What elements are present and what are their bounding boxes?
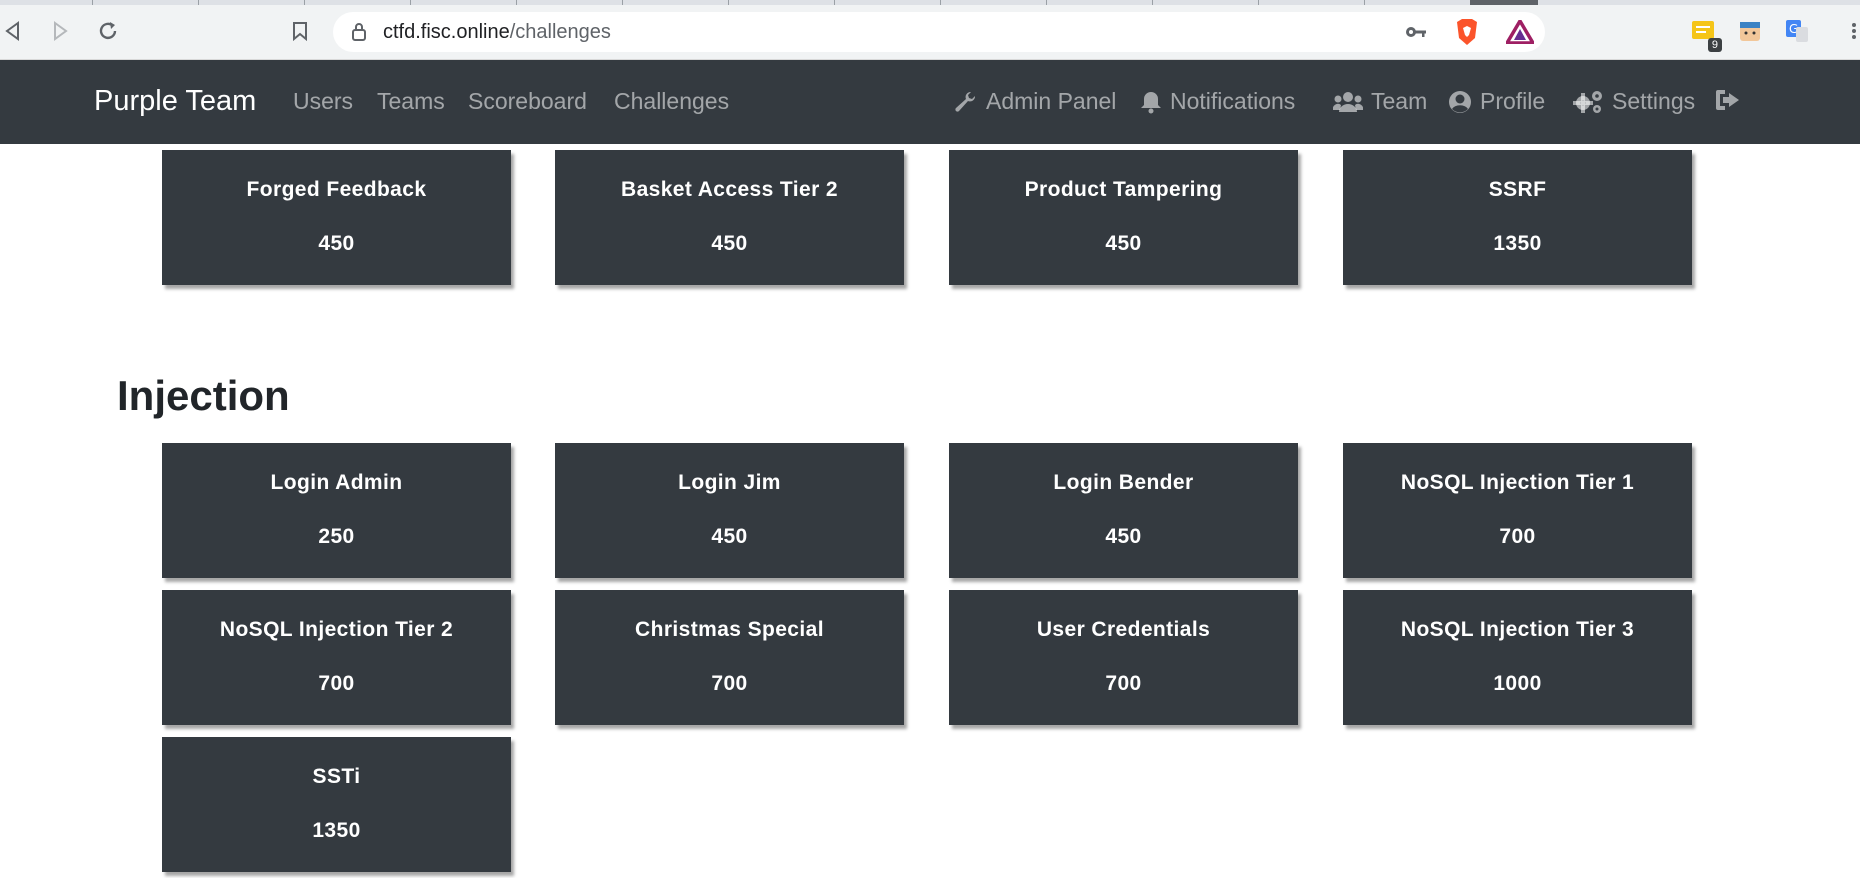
translate-icon[interactable]: G [1784, 18, 1810, 44]
nav-profile-label: Profile [1480, 88, 1546, 114]
wrench-icon [955, 91, 976, 112]
challenge-name: Product Tampering [1024, 178, 1223, 201]
category-title: Injection [117, 372, 290, 419]
challenge-card[interactable]: Christmas Special 700 [555, 590, 904, 725]
challenge-value: 250 [318, 525, 355, 548]
nav-notifications[interactable]: Notifications [1140, 88, 1295, 115]
url-path: /challenges [509, 21, 611, 43]
url-host: ctfd.fisc.online [383, 21, 510, 43]
challenge-card[interactable]: Login Jim 450 [555, 443, 904, 578]
challenge-card[interactable]: NoSQL Injection Tier 1 700 [1343, 443, 1692, 578]
face-extension-icon[interactable] [1737, 18, 1763, 44]
bell-icon [1141, 91, 1161, 113]
nav-profile[interactable]: Profile [1448, 88, 1545, 115]
bookmark-icon[interactable] [287, 18, 313, 44]
challenge-name: Login Bender [1053, 471, 1194, 494]
logout-icon[interactable] [1715, 88, 1741, 112]
key-icon[interactable] [1405, 23, 1427, 46]
browser-toolbar: ctfd.fisc.online/challenges 9 G [0, 0, 1860, 60]
brand-link[interactable]: Purple Team [94, 85, 256, 118]
challenge-card[interactable]: Product Tampering 450 [949, 150, 1298, 285]
site-navbar: Purple Team Users Teams Scoreboard Chall… [0, 60, 1860, 144]
challenge-name: Forged Feedback [246, 178, 427, 201]
challenge-value: 1350 [1493, 232, 1542, 255]
challenge-name: NoSQL Injection Tier 1 [1400, 471, 1635, 494]
challenge-value: 450 [1105, 525, 1142, 548]
challenge-value: 700 [318, 672, 355, 695]
url-text[interactable]: ctfd.fisc.online/challenges [383, 21, 611, 44]
challenge-value: 700 [1105, 672, 1142, 695]
challenge-card[interactable]: NoSQL Injection Tier 3 1000 [1343, 590, 1692, 725]
nav-team-label: Team [1371, 88, 1428, 114]
nav-challenges[interactable]: Challenges [614, 88, 729, 115]
challenge-value: 700 [1499, 525, 1536, 548]
challenge-value: 450 [1105, 232, 1142, 255]
challenge-card[interactable]: Forged Feedback 450 [162, 150, 511, 285]
brave-rewards-icon[interactable] [1503, 17, 1537, 49]
challenge-value: 450 [711, 525, 748, 548]
challenge-card[interactable]: SSRF 1350 [1343, 150, 1692, 285]
challenge-value: 1000 [1493, 672, 1542, 695]
challenge-card[interactable]: Login Bender 450 [949, 443, 1298, 578]
challenge-name: NoSQL Injection Tier 2 [219, 618, 454, 641]
nav-users[interactable]: Users [293, 88, 353, 115]
cogs-icon [1573, 90, 1602, 113]
nav-admin-panel[interactable]: Admin Panel [954, 88, 1116, 115]
notes-extension-icon[interactable]: 9 [1690, 18, 1722, 52]
nav-notifications-label: Notifications [1170, 88, 1296, 114]
challenge-name: Login Admin [270, 471, 403, 494]
nav-scoreboard[interactable]: Scoreboard [468, 88, 587, 115]
challenge-value: 450 [711, 232, 748, 255]
nav-teams[interactable]: Teams [377, 88, 445, 115]
menu-icon[interactable] [1848, 18, 1860, 44]
nav-settings-label: Settings [1612, 88, 1696, 114]
challenge-value: 450 [318, 232, 355, 255]
challenge-card[interactable]: NoSQL Injection Tier 2 700 [162, 590, 511, 725]
challenge-name: NoSQL Injection Tier 3 [1400, 618, 1635, 641]
challenge-value: 700 [711, 672, 748, 695]
extension-badge: 9 [1707, 38, 1722, 52]
users-icon [1333, 91, 1363, 112]
user-circle-icon [1449, 90, 1471, 113]
challenge-card[interactable]: Basket Access Tier 2 450 [555, 150, 904, 285]
challenge-name: SSTi [312, 765, 361, 788]
nav-settings[interactable]: Settings [1572, 88, 1695, 115]
address-bar[interactable]: ctfd.fisc.online/challenges [333, 12, 1545, 52]
nav-team[interactable]: Team [1333, 88, 1427, 115]
back-icon[interactable] [0, 18, 26, 44]
challenge-card[interactable]: Login Admin 250 [162, 443, 511, 578]
tab-strip[interactable] [0, 0, 1860, 5]
challenge-card[interactable]: User Credentials 700 [949, 590, 1298, 725]
nav-admin-label: Admin Panel [986, 88, 1117, 114]
brave-shield-icon[interactable] [1454, 18, 1480, 51]
challenge-name: User Credentials [1036, 618, 1211, 641]
challenge-name: Basket Access Tier 2 [621, 178, 838, 201]
lock-icon[interactable] [351, 22, 367, 47]
challenge-value: 1350 [312, 819, 361, 842]
challenge-card[interactable]: SSTi 1350 [162, 737, 511, 872]
challenge-name: Christmas Special [635, 618, 824, 641]
challenge-name: SSRF [1488, 178, 1547, 201]
forward-icon[interactable] [47, 18, 73, 44]
challenge-name: Login Jim [678, 471, 781, 494]
reload-icon[interactable] [95, 18, 121, 44]
